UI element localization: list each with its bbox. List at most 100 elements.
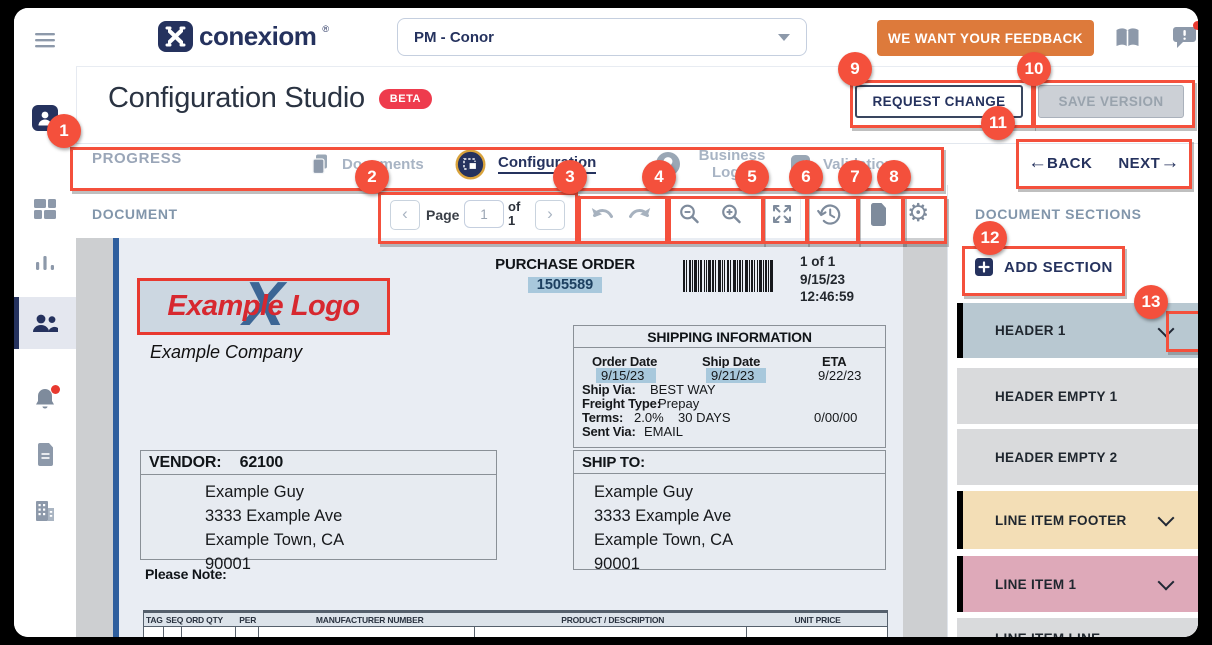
po-page-count: 1 of 1 bbox=[800, 253, 854, 271]
po-title: PURCHASE ORDER bbox=[455, 256, 675, 273]
redo-icon[interactable] bbox=[627, 206, 652, 227]
section-line-item-1[interactable]: LINE ITEM 1 bbox=[957, 556, 1198, 612]
line-item-table: TAG SEQ ORD QTY PER MANUFACTURER NUMBER … bbox=[143, 610, 888, 637]
users-icon[interactable] bbox=[14, 314, 76, 333]
next-button[interactable]: NEXT bbox=[1118, 155, 1160, 172]
section-line-item-line[interactable]: LINE ITEM LINE bbox=[957, 618, 1198, 637]
notification-badge-dot bbox=[51, 385, 60, 394]
version-history-icon[interactable] bbox=[816, 202, 842, 232]
next-arrow-icon[interactable]: → bbox=[1160, 152, 1179, 174]
validation-step-icon bbox=[790, 154, 811, 175]
page-number-input[interactable] bbox=[464, 200, 504, 228]
ship-via-value: BEST WAY bbox=[650, 382, 716, 397]
po-time: 12:46:59 bbox=[800, 288, 854, 306]
left-nav-sidebar bbox=[14, 8, 77, 637]
empty-line-item-row bbox=[143, 627, 888, 637]
document-page-icon[interactable] bbox=[869, 203, 888, 231]
conexiom-logo-mark bbox=[158, 21, 193, 52]
zoom-out-icon[interactable] bbox=[678, 203, 700, 230]
hamburger-menu-icon[interactable] bbox=[14, 32, 76, 48]
section-header-1[interactable]: HEADER 1 bbox=[957, 303, 1198, 358]
section-header-empty-1[interactable]: HEADER EMPTY 1 bbox=[957, 368, 1198, 424]
page-title: Configuration Studio bbox=[108, 82, 365, 115]
vendor-address: Example Guy 3333 Example Ave Example Tow… bbox=[141, 475, 496, 576]
chevron-down-icon[interactable] bbox=[1158, 320, 1175, 337]
document-sections-title: DOCUMENT SECTIONS bbox=[975, 206, 1142, 222]
step-configuration-label: Configuration bbox=[498, 154, 596, 174]
add-section-button[interactable]: ADD SECTION bbox=[975, 258, 1113, 276]
terms-label: Terms: bbox=[582, 410, 623, 425]
step-validation-label: Validation bbox=[823, 156, 894, 173]
bar-chart-icon[interactable] bbox=[14, 255, 76, 272]
line-item-table-header: TAG SEQ ORD QTY PER MANUFACTURER NUMBER … bbox=[143, 610, 888, 627]
chevron-down-icon[interactable] bbox=[1158, 510, 1175, 527]
terms-date: 0/00/00 bbox=[814, 410, 857, 425]
step-configuration[interactable]: Configuration bbox=[455, 143, 596, 185]
company-name: Example Company bbox=[150, 342, 302, 363]
toolbar-divider bbox=[800, 198, 801, 230]
sent-via-label: Sent Via: bbox=[582, 424, 636, 439]
feedback-chat-icon[interactable] bbox=[1172, 26, 1197, 54]
settings-gear-icon[interactable]: ⚙ bbox=[907, 201, 929, 225]
chevron-down-icon[interactable] bbox=[1158, 574, 1175, 591]
document-panel-label: DOCUMENT bbox=[92, 206, 178, 222]
page-next-button[interactable]: › bbox=[535, 200, 565, 230]
ship-date-label: Ship Date bbox=[702, 354, 760, 369]
chat-alert-dot bbox=[1193, 21, 1198, 30]
step-business-logic[interactable]: Business Logic bbox=[655, 143, 771, 185]
registered-mark: ® bbox=[322, 24, 329, 34]
back-button[interactable]: BACK bbox=[1047, 155, 1092, 172]
freight-type-label: Freight Type: bbox=[582, 396, 661, 411]
feedback-button[interactable]: WE WANT YOUR FEEDBACK bbox=[877, 20, 1094, 56]
save-version-button[interactable]: SAVE VERSION bbox=[1038, 85, 1184, 118]
shipping-info-title: SHIPPING INFORMATION bbox=[574, 326, 885, 348]
ship-date-value: 9/21/23 bbox=[706, 368, 766, 383]
order-date-label: Order Date bbox=[592, 354, 657, 369]
plus-icon bbox=[975, 258, 993, 276]
app-window: conexiom ® PM - Conor WE WANT YOUR FEEDB… bbox=[14, 8, 1198, 637]
workspace-dropdown[interactable]: PM - Conor bbox=[397, 18, 807, 56]
vendor-box: VENDOR: 62100 Example Guy 3333 Example A… bbox=[140, 450, 497, 560]
step-documents-label: Documents bbox=[342, 156, 424, 173]
back-arrow-icon[interactable]: ← bbox=[1028, 152, 1047, 174]
request-change-button[interactable]: REQUEST CHANGE bbox=[855, 85, 1023, 118]
brand-name: conexiom bbox=[199, 21, 316, 52]
step-documents[interactable]: Documents bbox=[310, 143, 424, 185]
help-book-icon[interactable] bbox=[1114, 27, 1141, 54]
fullscreen-expand-icon[interactable] bbox=[771, 203, 793, 230]
terms-percent: 2.0% bbox=[634, 410, 664, 425]
documents-step-icon bbox=[310, 154, 330, 175]
section-header-empty-2[interactable]: HEADER EMPTY 2 bbox=[957, 429, 1198, 485]
ship-to-label: SHIP TO: bbox=[574, 451, 885, 474]
configuration-step-icon bbox=[455, 149, 486, 180]
purchase-order-page[interactable]: X Example Logo Example Company PURCHASE … bbox=[119, 238, 903, 637]
top-bar: conexiom ® PM - Conor WE WANT YOUR FEEDB… bbox=[76, 8, 1198, 67]
vendor-number: 62100 bbox=[240, 454, 284, 471]
undo-icon[interactable] bbox=[590, 206, 615, 227]
chevron-down-icon bbox=[778, 34, 790, 41]
ship-to-address: Example Guy 3333 Example Ave Example Tow… bbox=[574, 474, 885, 576]
zoom-in-icon[interactable] bbox=[720, 203, 742, 230]
section-line-item-footer[interactable]: LINE ITEM FOOTER bbox=[957, 491, 1198, 549]
step-validation[interactable]: Validation bbox=[790, 143, 894, 185]
example-logo-box: X Example Logo bbox=[137, 278, 390, 335]
vendor-label: VENDOR: bbox=[149, 454, 221, 471]
page-prev-button[interactable]: ‹ bbox=[390, 200, 420, 230]
step-business-logic-label: Business Logic bbox=[693, 147, 771, 181]
eta-label: ETA bbox=[822, 354, 846, 369]
po-number: 1505589 bbox=[528, 277, 602, 293]
beta-badge: BETA bbox=[379, 89, 432, 109]
dashboard-icon[interactable] bbox=[14, 199, 76, 220]
business-logic-step-icon bbox=[655, 151, 681, 177]
ship-via-label: Ship Via: bbox=[582, 382, 636, 397]
page-count-label: of 1 bbox=[508, 200, 525, 228]
contact-card-icon[interactable] bbox=[14, 105, 76, 131]
notifications-bell-icon[interactable] bbox=[14, 387, 76, 411]
please-note-label: Please Note: bbox=[145, 566, 227, 582]
document-nav-icon[interactable] bbox=[14, 443, 76, 466]
conexiom-logo: conexiom ® bbox=[158, 21, 329, 52]
po-date: 9/15/23 bbox=[800, 271, 854, 289]
barcode-image bbox=[683, 260, 775, 292]
company-building-icon[interactable] bbox=[14, 500, 76, 522]
ship-to-box: SHIP TO: Example Guy 3333 Example Ave Ex… bbox=[573, 450, 886, 570]
